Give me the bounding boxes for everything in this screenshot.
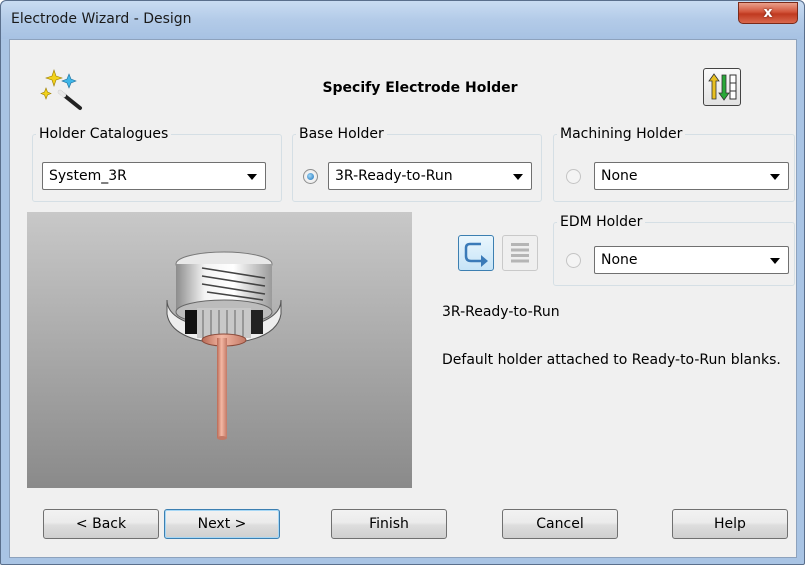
base-holder-dropdown[interactable]: 3R-Ready-to-Run <box>328 162 532 190</box>
edm-holder-label: EDM Holder <box>560 214 643 230</box>
edm-holder-radio[interactable] <box>566 253 581 268</box>
chevron-down-icon <box>247 174 257 180</box>
dialog-body: Specify Electrode Holder Holder Catalogu… <box>9 39 797 558</box>
chevron-down-icon <box>770 258 780 264</box>
base-holder-radio[interactable] <box>303 169 318 184</box>
list-icon <box>511 243 529 263</box>
chevron-down-icon <box>770 174 780 180</box>
finish-button[interactable]: Finish <box>331 509 447 539</box>
magic-wand-icon <box>40 69 82 110</box>
sort-button[interactable] <box>703 68 741 106</box>
holder-name-label: 3R-Ready-to-Run <box>442 304 560 320</box>
machining-holder-value: None <box>601 168 638 184</box>
chevron-down-icon <box>513 174 523 180</box>
help-button[interactable]: Help <box>672 509 788 539</box>
base-holder-label: Base Holder <box>299 126 384 142</box>
holder-preview-image <box>27 212 412 488</box>
machining-holder-dropdown[interactable]: None <box>594 162 789 190</box>
holder-catalogues-dropdown[interactable]: System_3R <box>42 162 266 190</box>
link-button[interactable] <box>458 235 494 271</box>
holder-catalogues-label: Holder Catalogues <box>39 126 169 142</box>
list-button[interactable] <box>502 235 538 271</box>
window-title: Electrode Wizard - Design <box>11 11 192 27</box>
machining-holder-label: Machining Holder <box>560 126 683 142</box>
machining-holder-radio[interactable] <box>566 169 581 184</box>
edm-holder-dropdown[interactable]: None <box>594 246 789 274</box>
edm-holder-value: None <box>601 252 638 268</box>
electrode-holder-render <box>166 251 282 440</box>
title-bar: Electrode Wizard - Design x <box>1 1 804 39</box>
wizard-window: Electrode Wizard - Design x Specify Elec… <box>0 0 805 565</box>
holder-catalogues-value: System_3R <box>49 168 127 184</box>
link-arrow-icon <box>464 242 488 267</box>
close-button[interactable]: x <box>738 2 798 24</box>
holder-description: Default holder attached to Ready-to-Run … <box>442 352 781 368</box>
cancel-button[interactable]: Cancel <box>502 509 618 539</box>
page-title: Specify Electrode Holder <box>322 80 518 96</box>
next-button[interactable]: Next > <box>164 509 280 539</box>
back-button[interactable]: < Back <box>43 509 159 539</box>
base-holder-value: 3R-Ready-to-Run <box>335 168 453 184</box>
sort-arrows-icon <box>708 73 737 101</box>
